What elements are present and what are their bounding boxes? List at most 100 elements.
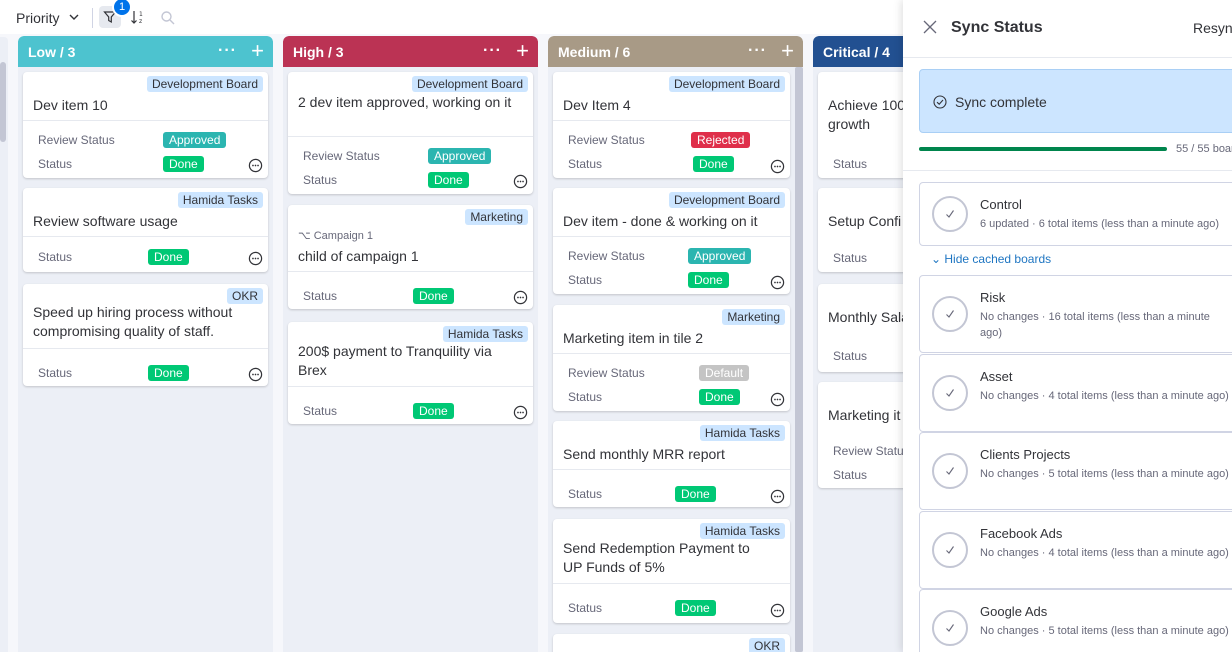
board-name: Control bbox=[980, 197, 1022, 212]
scrollbar[interactable] bbox=[795, 67, 803, 652]
status-pill[interactable]: Done bbox=[148, 249, 189, 265]
add-item-icon[interactable]: + bbox=[781, 38, 794, 64]
chat-icon[interactable] bbox=[770, 603, 785, 618]
board-sync-item[interactable]: Asset No changes · 4 total items (less t… bbox=[919, 354, 1232, 432]
review-status-pill[interactable]: Rejected bbox=[691, 132, 751, 148]
chat-icon[interactable] bbox=[513, 405, 528, 420]
panel-title: Sync Status bbox=[951, 19, 1043, 36]
card-divider bbox=[288, 386, 533, 387]
toolbar-divider bbox=[92, 8, 93, 28]
kanban-board: Low / 3 ··· + Development Board Dev item… bbox=[0, 34, 1068, 652]
kanban-card[interactable]: Hamida Tasks Send monthly MRR report Sta… bbox=[553, 421, 790, 507]
board-sync-item[interactable]: Clients Projects No changes · 5 total it… bbox=[919, 432, 1232, 510]
kanban-card[interactable]: Marketing ⌥ Campaign 1 child of campaign… bbox=[288, 205, 533, 309]
chat-icon[interactable] bbox=[513, 174, 528, 189]
more-options-icon[interactable]: ··· bbox=[218, 42, 237, 60]
review-status-pill[interactable]: Default bbox=[699, 365, 750, 381]
column-title: Medium / 6 bbox=[558, 43, 631, 60]
board-sync-item[interactable]: Google Ads No changes · 5 total items (l… bbox=[919, 589, 1232, 652]
field-label: Status bbox=[303, 289, 338, 303]
board-sync-item[interactable]: Control 6 updated · 6 total items (less … bbox=[919, 182, 1232, 246]
card-divider bbox=[288, 271, 533, 272]
status-pill[interactable]: Done bbox=[693, 156, 734, 172]
board-sync-item[interactable]: Facebook Ads No changes · 4 total items … bbox=[919, 511, 1232, 589]
sort-button[interactable]: 1z bbox=[129, 8, 147, 26]
status-pill[interactable]: Done bbox=[675, 600, 716, 616]
parent-item-label: ⌥ Campaign 1 bbox=[298, 229, 373, 242]
status-pill[interactable]: Done bbox=[675, 486, 716, 502]
card-title: Send monthly MRR report bbox=[563, 446, 725, 462]
add-item-icon[interactable]: + bbox=[516, 38, 529, 64]
review-status-pill[interactable]: Approved bbox=[163, 132, 227, 148]
hide-cached-boards-toggle[interactable]: ⌄ Hide cached boards bbox=[931, 252, 1051, 266]
more-options-icon[interactable]: ··· bbox=[748, 42, 767, 60]
chat-icon[interactable] bbox=[770, 392, 785, 407]
card-title: Marketing item in tile 2 bbox=[563, 330, 704, 346]
status-pill[interactable]: Done bbox=[148, 365, 189, 381]
board-name: Google Ads bbox=[980, 604, 1048, 619]
progress-count: 55 / 55 boards bbox=[1176, 143, 1232, 155]
kanban-card[interactable]: OKR Speed up hiring process without comp… bbox=[23, 284, 268, 386]
subitem-icon: ⌥ bbox=[298, 230, 314, 242]
board-sync-meta: No changes · 4 total items (less than a … bbox=[980, 390, 1229, 402]
sort-icon: 1z bbox=[131, 11, 143, 25]
progress-fill bbox=[919, 147, 1167, 151]
more-options-icon[interactable]: ··· bbox=[483, 42, 502, 60]
chat-icon[interactable] bbox=[248, 367, 263, 382]
kanban-card[interactable]: Hamida Tasks 200$ payment to Tranquility… bbox=[288, 322, 533, 424]
group-by-dropdown[interactable]: Priority bbox=[16, 10, 60, 26]
field-label: Review Statu bbox=[833, 444, 904, 458]
card-title: Setup Confi bbox=[828, 213, 902, 229]
field-label: Status bbox=[38, 250, 73, 264]
scrollbar[interactable] bbox=[0, 62, 6, 142]
kanban-card[interactable]: Marketing Marketing item in tile 2 Revie… bbox=[553, 305, 790, 411]
kanban-card[interactable]: Hamida Tasks Send Redemption Payment to … bbox=[553, 519, 790, 623]
kanban-card[interactable]: Development Board 2 dev item approved, w… bbox=[288, 72, 533, 194]
card-title: child of campaign 1 bbox=[298, 248, 419, 264]
resync-button[interactable]: Resync bbox=[1193, 20, 1232, 36]
search-icon[interactable] bbox=[160, 10, 176, 26]
kanban-card[interactable]: Hamida Tasks Review software usage Statu… bbox=[23, 188, 268, 272]
board-name: Clients Projects bbox=[980, 447, 1071, 462]
column-header: Low / 3 ··· + bbox=[18, 36, 273, 67]
card-title: Dev Item 4 bbox=[563, 97, 631, 113]
kanban-card[interactable]: Development Board Dev item 10 Review Sta… bbox=[23, 72, 268, 178]
chat-icon[interactable] bbox=[248, 251, 263, 266]
kanban-card[interactable]: OKR bbox=[553, 634, 790, 652]
kanban-card[interactable]: Development Board Dev item - done & work… bbox=[553, 188, 790, 294]
card-divider bbox=[288, 136, 533, 137]
chat-icon[interactable] bbox=[248, 158, 263, 173]
card-divider bbox=[553, 120, 790, 121]
check-icon bbox=[932, 296, 968, 332]
board-tag: OKR bbox=[226, 288, 263, 304]
status-pill[interactable]: Done bbox=[163, 156, 204, 172]
column-medium: Medium / 6 ··· + Development Board Dev I… bbox=[548, 36, 803, 652]
board-tag: Development Board bbox=[668, 192, 785, 208]
field-label: Status bbox=[568, 487, 603, 501]
close-icon[interactable] bbox=[923, 20, 937, 34]
board-toolbar: Priority 1 1z bbox=[0, 0, 900, 34]
board-tag: Development Board bbox=[668, 76, 785, 92]
status-pill[interactable]: Done bbox=[428, 172, 469, 188]
add-item-icon[interactable]: + bbox=[251, 38, 264, 64]
card-title: Achieve 100 bbox=[828, 97, 906, 113]
status-pill[interactable]: Done bbox=[413, 403, 454, 419]
review-status-pill[interactable]: Approved bbox=[428, 148, 492, 164]
column-high: High / 3 ··· + Development Board 2 dev i… bbox=[283, 36, 538, 652]
card-divider bbox=[23, 348, 268, 349]
chat-icon[interactable] bbox=[513, 290, 528, 305]
board-tag: Hamida Tasks bbox=[177, 192, 263, 208]
app-root: Priority 1 1z Low / 3 ··· + Development … bbox=[0, 0, 1232, 652]
board-sync-item[interactable]: Risk No changes · 16 total items (less t… bbox=[919, 275, 1232, 353]
status-pill[interactable]: Done bbox=[688, 272, 729, 288]
field-label: Status bbox=[833, 349, 868, 363]
review-status-pill[interactable]: Approved bbox=[688, 248, 752, 264]
status-pill[interactable]: Done bbox=[413, 288, 454, 304]
chat-icon[interactable] bbox=[770, 159, 785, 174]
kanban-card[interactable]: Development Board Dev Item 4 Review Stat… bbox=[553, 72, 790, 178]
column-title: Critical / 4 bbox=[823, 43, 890, 60]
status-pill[interactable]: Done bbox=[699, 389, 740, 405]
chat-icon[interactable] bbox=[770, 275, 785, 290]
chevron-down-icon[interactable] bbox=[68, 11, 80, 23]
chat-icon[interactable] bbox=[770, 489, 785, 504]
